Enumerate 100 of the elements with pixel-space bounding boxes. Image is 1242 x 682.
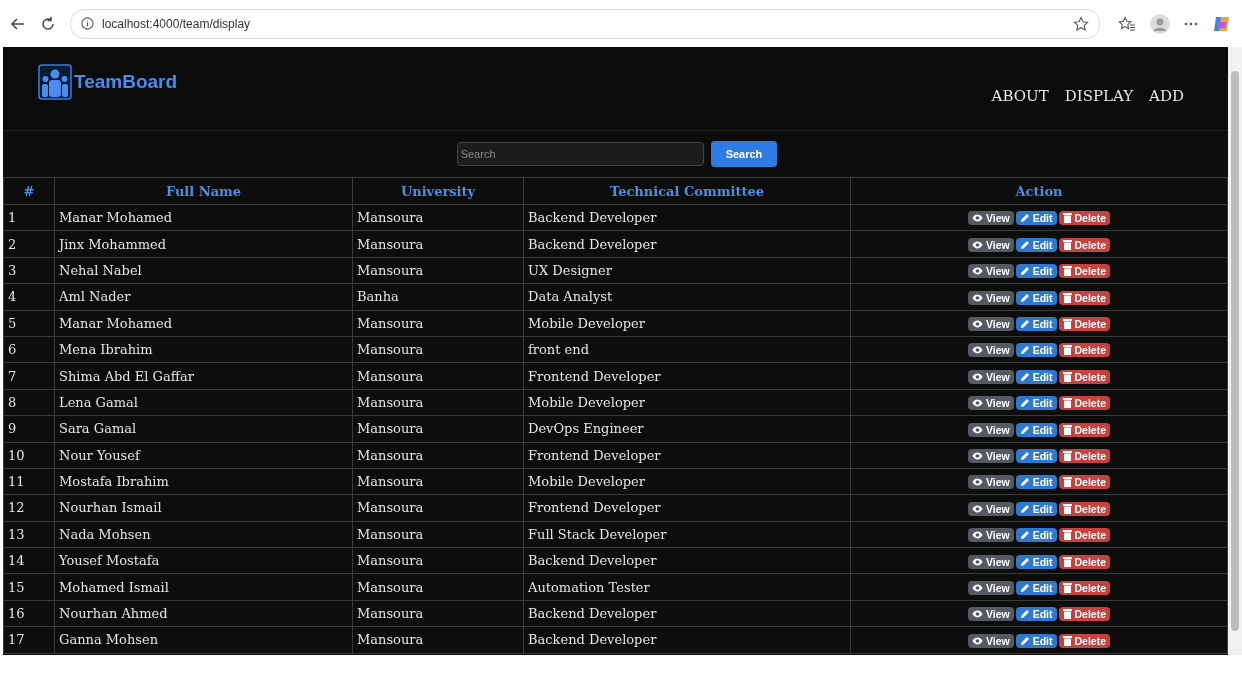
edit-button[interactable]: Edit [1015, 343, 1057, 358]
nav-link[interactable]: DISPLAY [1064, 87, 1134, 105]
delete-button[interactable]: Delete [1058, 422, 1111, 437]
delete-button[interactable]: Delete [1058, 633, 1111, 648]
delete-button[interactable]: Delete [1058, 264, 1111, 279]
view-button[interactable]: View [967, 264, 1014, 279]
edit-button[interactable]: Edit [1015, 369, 1057, 384]
search-button[interactable]: Search [710, 141, 778, 167]
committee-cell: Backend Developer [523, 230, 851, 258]
row-number: 14 [3, 547, 55, 574]
name-cell: Ganna Mohsen [54, 626, 353, 654]
university-cell: Mansoura [352, 230, 524, 258]
university-cell: Mansoura [352, 204, 524, 231]
delete-button[interactable]: Delete [1058, 369, 1111, 384]
eye-icon [971, 531, 983, 540]
back-icon[interactable] [10, 15, 26, 32]
view-button[interactable]: View [967, 211, 1014, 226]
delete-button[interactable]: Delete [1058, 475, 1111, 490]
delete-button[interactable]: Delete [1058, 343, 1111, 358]
committee-cell: Backend Developer [523, 600, 851, 627]
view-button[interactable]: View [967, 633, 1014, 648]
column-header: University [352, 177, 524, 205]
scrollbar[interactable] [1228, 47, 1242, 655]
view-button[interactable]: View [967, 448, 1014, 463]
view-button[interactable]: View [967, 554, 1014, 569]
pencil-icon [1019, 635, 1030, 646]
edit-button[interactable]: Edit [1015, 448, 1057, 463]
view-button[interactable]: View [967, 580, 1014, 595]
edit-button[interactable]: Edit [1015, 501, 1057, 516]
nav-link[interactable]: ADD [1149, 87, 1184, 105]
view-button[interactable]: View [967, 528, 1014, 543]
edit-button[interactable]: Edit [1015, 554, 1057, 569]
delete-button[interactable]: Delete [1058, 528, 1111, 543]
delete-button[interactable]: Delete [1058, 237, 1111, 252]
delete-button[interactable]: Delete [1058, 580, 1111, 595]
view-button[interactable]: View [967, 343, 1014, 358]
edit-button[interactable]: Edit [1015, 290, 1057, 305]
nav-link[interactable]: ABOUT [991, 87, 1049, 105]
delete-button[interactable]: Delete [1058, 396, 1111, 411]
delete-button[interactable]: Delete [1058, 317, 1111, 331]
trash-icon [1062, 292, 1072, 303]
university-cell: Mansoura [352, 494, 524, 522]
eye-icon [971, 504, 983, 513]
address-bar[interactable]: localhost:4000/team/display [70, 8, 1100, 39]
name-cell: Shima Abd El Gaffar [54, 362, 353, 390]
name-cell: Mena Ibrahim [54, 336, 353, 363]
edit-button[interactable]: Edit [1015, 211, 1057, 226]
star-icon[interactable] [1073, 15, 1089, 32]
favorites-icon[interactable] [1118, 15, 1136, 32]
row-number: 7 [3, 362, 55, 390]
edit-button[interactable]: Edit [1015, 528, 1057, 543]
pencil-icon [1019, 266, 1030, 277]
view-button[interactable]: View [967, 422, 1014, 437]
name-cell: Lena Gamal [54, 389, 353, 416]
eye-icon [971, 293, 983, 302]
edit-button[interactable]: Edit [1015, 396, 1057, 411]
edit-button[interactable]: Edit [1015, 237, 1057, 252]
university-cell: Mansoura [352, 626, 524, 654]
view-button[interactable]: View [967, 501, 1014, 516]
name-cell: Manar Mohamed [54, 310, 353, 337]
view-button[interactable]: View [967, 475, 1014, 490]
edit-button[interactable]: Edit [1015, 633, 1057, 648]
edit-button[interactable]: Edit [1015, 475, 1057, 490]
pencil-icon [1019, 477, 1030, 488]
more-icon[interactable] [1184, 21, 1198, 26]
edit-button[interactable]: Edit [1015, 422, 1057, 437]
university-cell: Mansoura [352, 389, 524, 416]
committee-cell: Backend Developer [523, 204, 851, 231]
edit-button[interactable]: Edit [1015, 264, 1057, 279]
delete-button[interactable]: Delete [1058, 211, 1111, 226]
committee-cell: Frontend Developer [523, 494, 851, 522]
info-icon[interactable] [81, 17, 94, 30]
delete-button[interactable]: Delete [1058, 501, 1111, 516]
view-button[interactable]: View [967, 317, 1014, 331]
edit-button[interactable]: Edit [1015, 317, 1057, 331]
view-button[interactable]: View [967, 237, 1014, 252]
url-text: localhost:4000/team/display [102, 16, 252, 31]
view-button[interactable]: View [967, 369, 1014, 384]
view-button[interactable]: View [967, 290, 1014, 305]
delete-button[interactable]: Delete [1058, 290, 1111, 305]
committee-cell: DevOps Engineer [523, 415, 851, 442]
eye-icon [971, 557, 983, 566]
delete-button[interactable]: Delete [1058, 448, 1111, 463]
delete-button[interactable]: Delete [1058, 554, 1111, 569]
search-field[interactable]: Search [456, 142, 704, 166]
pencil-icon [1019, 530, 1030, 541]
row-number: 9 [3, 415, 55, 442]
edit-button[interactable]: Edit [1015, 607, 1057, 622]
reload-icon[interactable] [40, 15, 56, 32]
name-cell: Mohamed Ismail [54, 573, 353, 601]
edit-button[interactable]: Edit [1015, 580, 1057, 595]
profile-icon[interactable] [1150, 13, 1170, 34]
delete-button[interactable]: Delete [1058, 607, 1111, 622]
view-button[interactable]: View [967, 396, 1014, 411]
university-cell: Mansoura [352, 362, 524, 390]
pencil-icon [1019, 292, 1030, 303]
row-number: 16 [3, 600, 55, 627]
view-button[interactable]: View [967, 607, 1014, 622]
university-cell: Mansoura [352, 547, 524, 574]
eye-icon [971, 425, 983, 434]
